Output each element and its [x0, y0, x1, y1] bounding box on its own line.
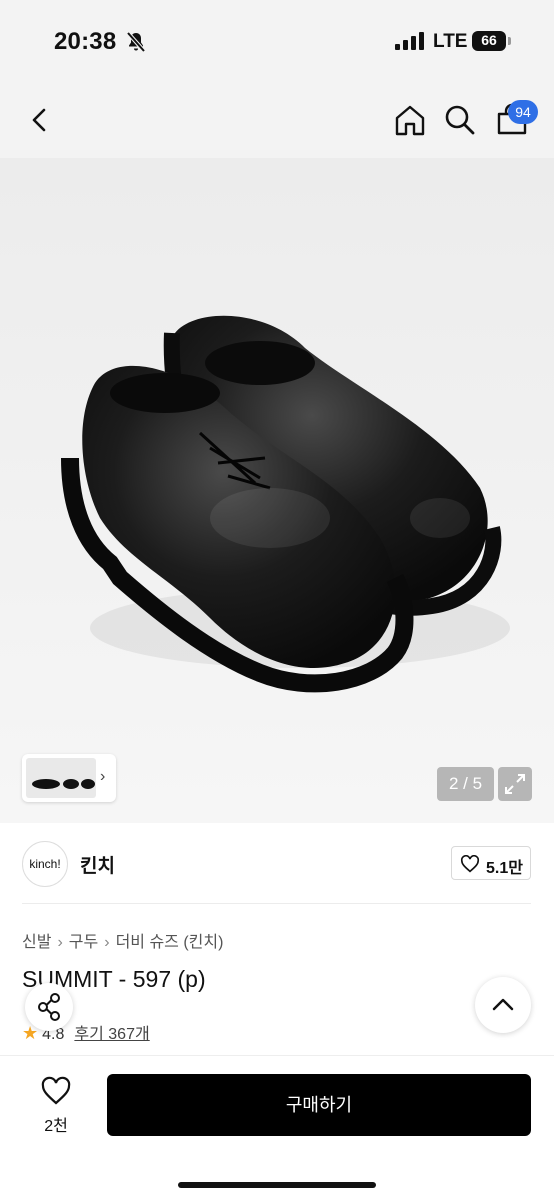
chevron-right-icon: › — [100, 768, 106, 785]
brand-name[interactable]: 킨치 — [80, 851, 115, 878]
thumbnail-image[interactable] — [26, 758, 96, 798]
wish-count: 2천 — [44, 1118, 68, 1135]
status-bar: 20:38 LTE 66 — [0, 0, 554, 84]
battery-level: 66 — [481, 32, 497, 48]
product-image-gallery[interactable] — [0, 158, 554, 823]
review-link[interactable]: 후기 367개 — [74, 1026, 149, 1043]
breadcrumb-item[interactable]: 더비 슈즈 (킨치) — [116, 934, 224, 951]
cart-count-badge: 94 — [508, 100, 538, 124]
home-indicator — [178, 1182, 376, 1188]
heart-icon[interactable] — [40, 1076, 72, 1106]
battery-icon: 66 — [472, 31, 512, 51]
heart-icon — [460, 855, 480, 873]
status-time: 20:38 — [54, 28, 117, 55]
brand-like-button[interactable]: 5.1만 — [451, 846, 531, 880]
breadcrumb-item[interactable]: 구두 — [69, 934, 98, 951]
product-image — [61, 315, 510, 693]
brand-like-count: 5.1만 — [486, 860, 523, 877]
back-button[interactable] — [22, 102, 58, 138]
breadcrumb-item[interactable]: 신발 — [22, 934, 51, 951]
bottom-action-bar: 2천 구매하기 — [0, 1055, 554, 1201]
thumbnail-strip[interactable]: › — [22, 754, 116, 802]
divider — [22, 903, 531, 904]
buy-button[interactable]: 구매하기 — [107, 1074, 531, 1136]
brand-logo[interactable]: kinch! — [22, 841, 68, 887]
image-pager: 2 / 5 — [437, 767, 494, 801]
bell-muted-icon — [126, 31, 146, 53]
network-label: LTE — [433, 31, 468, 52]
cellular-signal-icon — [395, 32, 424, 50]
scroll-top-button[interactable] — [475, 977, 531, 1033]
search-icon[interactable] — [442, 102, 478, 138]
breadcrumb: 신발 › 구두 › 더비 슈즈 (킨치) — [22, 928, 223, 952]
share-button[interactable] — [25, 983, 73, 1031]
top-nav — [0, 84, 554, 158]
chevron-right-icon: › — [104, 934, 110, 951]
expand-icon[interactable] — [498, 767, 532, 801]
chevron-right-icon: › — [57, 934, 63, 951]
home-icon[interactable] — [392, 102, 428, 138]
